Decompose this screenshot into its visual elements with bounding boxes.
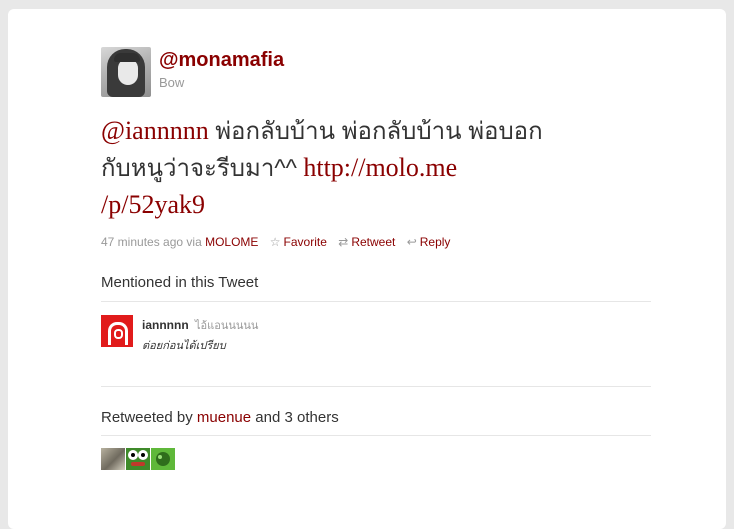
retweeted-by-prefix: Retweeted by	[101, 409, 193, 426]
mentioned-user-avatar[interactable]	[101, 315, 133, 347]
reply-icon: ↩	[406, 235, 417, 249]
retweet-button[interactable]: ⇄ Retweet	[338, 235, 395, 249]
tweet-text: @iannnnn พ่อกลับบ้าน พ่อกลับบ้าน พ่อบอก …	[101, 113, 621, 223]
retweeted-by-suffix[interactable]: and 3 others	[255, 409, 338, 426]
user-avatar[interactable]	[101, 47, 151, 97]
tweet-text-line1: พ่อกลับบ้าน พ่อกลับบ้าน พ่อบอก	[215, 118, 543, 145]
retweeter-avatar[interactable]	[151, 448, 175, 470]
tweet-url-link-part1[interactable]: http://molo.me	[303, 153, 457, 182]
retweeter-avatar[interactable]	[101, 448, 125, 470]
divider	[101, 386, 651, 387]
tweet-url-link-part2[interactable]: /p/52yak9	[101, 190, 205, 219]
user-screen-name[interactable]: @monamafia	[159, 49, 284, 72]
retweeted-by-line: Retweeted by muenue and 3 others	[101, 409, 339, 426]
via-label: via	[186, 235, 202, 249]
favorite-button[interactable]: ☆ Favorite	[270, 235, 327, 249]
tweet-card: @monamafia Bow @iannnnn พ่อกลับบ้าน พ่อก…	[8, 9, 726, 529]
divider	[101, 301, 651, 302]
user-full-name: Bow	[159, 75, 185, 90]
mentioned-user-bio: ต่อยก่อนได้เปรียบ	[142, 340, 226, 352]
retweet-icon: ⇄	[338, 235, 349, 249]
tweet-timestamp[interactable]: 47 minutes ago	[101, 235, 183, 249]
tweet-text-line2: กับหนูว่าจะรีบมา^^	[101, 155, 297, 182]
divider	[101, 435, 651, 436]
mentioned-user-screen-name[interactable]: iannnnn	[142, 318, 189, 332]
mentioned-user: iannnnn ไอ้แอนนนนน	[142, 316, 258, 334]
tweet-mention-link[interactable]: @iannnnn	[101, 116, 209, 145]
star-icon: ☆	[269, 235, 281, 249]
reply-button[interactable]: ↩ Reply	[407, 235, 451, 249]
retweeter-link[interactable]: muenue	[197, 409, 251, 426]
tweet-meta: 47 minutes ago via MOLOME ☆ Favorite ⇄ Ret…	[101, 235, 450, 249]
mentioned-section-title: Mentioned in this Tweet	[101, 274, 259, 291]
retweeter-avatar[interactable]	[126, 448, 150, 470]
mentioned-user-full-name: ไอ้แอนนนนน	[195, 320, 259, 332]
via-source-link[interactable]: MOLOME	[205, 235, 258, 249]
